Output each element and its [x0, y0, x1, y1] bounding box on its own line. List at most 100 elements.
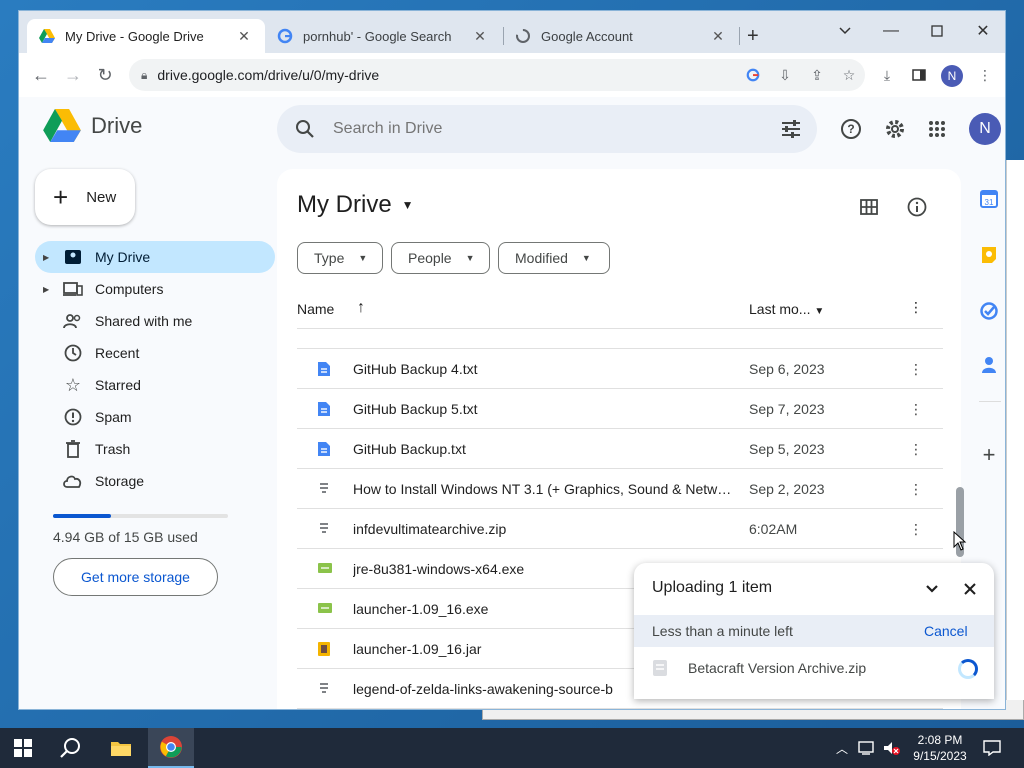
more-actions-icon[interactable]: ⋮	[909, 519, 923, 539]
calendar-icon[interactable]: 31	[979, 189, 999, 209]
reload-icon[interactable]: ↻	[91, 61, 119, 89]
sidebar-item-recent[interactable]: Recent	[35, 337, 275, 369]
show-hidden-icons-chevron-icon[interactable]: ︿	[836, 740, 848, 757]
filter-modified-chip[interactable]: Modified ▼	[498, 242, 610, 274]
keep-icon[interactable]	[979, 245, 999, 265]
zip-archive-icon	[317, 481, 333, 497]
help-icon[interactable]: ?	[839, 117, 863, 141]
notification-center-icon[interactable]	[980, 736, 1004, 760]
search-icon[interactable]	[277, 119, 333, 139]
table-row[interactable]: GitHub Backup.txt Sep 5, 2023 ⋮	[297, 429, 943, 469]
tab-search-chevron-icon[interactable]	[823, 17, 867, 45]
column-header-name[interactable]: Name	[297, 301, 334, 317]
info-icon[interactable]	[905, 195, 929, 219]
more-actions-icon[interactable]: ⋮	[909, 299, 923, 316]
table-row[interactable]: GitHub Backup 4.txt Sep 6, 2023 ⋮	[297, 349, 943, 389]
sidebar-item-label: Recent	[95, 345, 140, 361]
my-drive-title-dropdown[interactable]: My Drive ▼	[297, 191, 414, 219]
chip-dropdown-icon: ▼	[358, 253, 368, 263]
close-icon[interactable]	[958, 577, 982, 601]
sidebar-item-storage[interactable]: Storage	[35, 465, 275, 497]
drive-favicon-icon	[39, 28, 55, 44]
file-name: GitHub Backup.txt	[353, 441, 466, 457]
get-more-storage-button[interactable]: Get more storage	[53, 558, 218, 596]
file-explorer-icon[interactable]	[98, 728, 144, 768]
drive-search[interactable]	[277, 105, 817, 153]
cancel-upload-button[interactable]: Cancel	[924, 623, 968, 639]
chrome-profile-avatar[interactable]: N	[941, 65, 963, 87]
caret-down-icon: ▼	[401, 198, 414, 212]
tasks-icon[interactable]	[979, 301, 999, 321]
tab-close-icon[interactable]: ✕	[235, 28, 253, 45]
sidebar-item-starred[interactable]: ☆ Starred	[35, 369, 275, 401]
sidebar-item-spam[interactable]: Spam	[35, 401, 275, 433]
sidebar-item-computers[interactable]: ▶ Computers	[35, 273, 275, 305]
table-row[interactable]: GitHub Backup 5.txt Sep 7, 2023 ⋮	[297, 389, 943, 429]
volume-muted-icon[interactable]	[882, 740, 901, 756]
add-addon-plus-icon[interactable]: +	[979, 442, 999, 467]
chip-label: People	[408, 250, 452, 266]
search-input[interactable]	[333, 120, 765, 138]
install-app-icon[interactable]: ⇩	[775, 65, 795, 85]
tab-title: My Drive - Google Drive	[65, 28, 204, 44]
collapse-chevron-icon[interactable]	[920, 577, 944, 601]
chrome-taskbar-icon[interactable]	[148, 728, 194, 768]
bookmark-star-icon[interactable]: ☆	[839, 65, 859, 85]
text-document-icon	[317, 441, 333, 457]
google-lens-icon[interactable]	[743, 65, 763, 85]
minimize-icon[interactable]: —	[869, 17, 913, 45]
window-close-icon[interactable]: ✕	[961, 17, 1005, 45]
tab-google-search[interactable]: pornhub' - Google Search ✕	[265, 19, 501, 53]
new-tab-icon[interactable]: +	[747, 25, 759, 48]
chrome-menu-icon[interactable]: ⋮	[975, 65, 995, 85]
back-icon[interactable]: ←	[27, 61, 55, 89]
background-window-edge	[1006, 160, 1024, 700]
tab-close-icon[interactable]: ✕	[471, 28, 489, 45]
tab-google-account[interactable]: Google Account ✕	[503, 19, 739, 53]
apps-grid-icon[interactable]	[925, 117, 949, 141]
upload-item[interactable]: Betacraft Version Archive.zip	[652, 659, 866, 677]
more-actions-icon[interactable]: ⋮	[909, 359, 923, 379]
filter-people-chip[interactable]: People ▼	[391, 242, 490, 274]
expand-arrow-icon[interactable]: ▶	[43, 253, 53, 262]
sidebar-item-shared-with-me[interactable]: Shared with me	[35, 305, 275, 337]
table-row[interactable]: How to Install Windows NT 3.1 (+ Graphic…	[297, 469, 943, 509]
shared-icon	[61, 313, 85, 329]
google-favicon-icon	[277, 28, 293, 44]
grid-view-icon[interactable]	[857, 195, 881, 219]
start-windows-icon[interactable]	[0, 728, 46, 768]
settings-gear-icon[interactable]	[883, 117, 907, 141]
side-panel-icon[interactable]	[909, 65, 929, 85]
upload-progress-panel: Uploading 1 item Less than a minute left…	[634, 563, 994, 699]
more-actions-icon[interactable]: ⋮	[909, 399, 923, 419]
tab-title: pornhub' - Google Search	[303, 28, 452, 44]
file-modified-date: Sep 5, 2023	[749, 441, 825, 457]
more-actions-icon[interactable]: ⋮	[909, 479, 923, 499]
sidebar-item-trash[interactable]: Trash	[35, 433, 275, 465]
zip-archive-icon	[317, 681, 333, 697]
drive-logo[interactable]: Drive	[43, 109, 142, 142]
recent-clock-icon	[61, 344, 85, 362]
sort-ascending-arrow-icon[interactable]: ↑	[357, 299, 365, 317]
tab-my-drive[interactable]: My Drive - Google Drive ✕	[27, 19, 265, 53]
taskbar-search-icon[interactable]	[48, 728, 94, 768]
expand-arrow-icon[interactable]: ▶	[43, 285, 53, 294]
forward-icon[interactable]: →	[59, 61, 87, 89]
share-icon[interactable]: ⇪	[807, 65, 827, 85]
column-header-last-modified[interactable]: Last mo... ▼	[749, 301, 824, 317]
table-row[interactable]: infdevultimatearchive.zip 6:02AM ⋮	[297, 509, 943, 549]
tab-close-icon[interactable]: ✕	[709, 28, 727, 45]
network-icon[interactable]	[858, 740, 876, 756]
maximize-icon[interactable]	[915, 17, 959, 45]
more-actions-icon[interactable]: ⋮	[909, 439, 923, 459]
downloads-icon[interactable]: ⤓	[877, 65, 897, 85]
windows-taskbar: ︿ 2:08 PM 9/15/2023	[0, 728, 1024, 768]
sidebar-item-my-drive[interactable]: ▶ My Drive	[35, 241, 275, 273]
caret-down-icon: ▼	[814, 306, 825, 317]
contacts-icon[interactable]	[979, 355, 999, 375]
account-avatar[interactable]: N	[969, 113, 1001, 145]
taskbar-clock[interactable]: 2:08 PM 9/15/2023	[908, 732, 972, 764]
filter-type-chip[interactable]: Type ▼	[297, 242, 383, 274]
search-options-icon[interactable]	[765, 120, 817, 138]
new-button[interactable]: + New	[35, 169, 135, 225]
